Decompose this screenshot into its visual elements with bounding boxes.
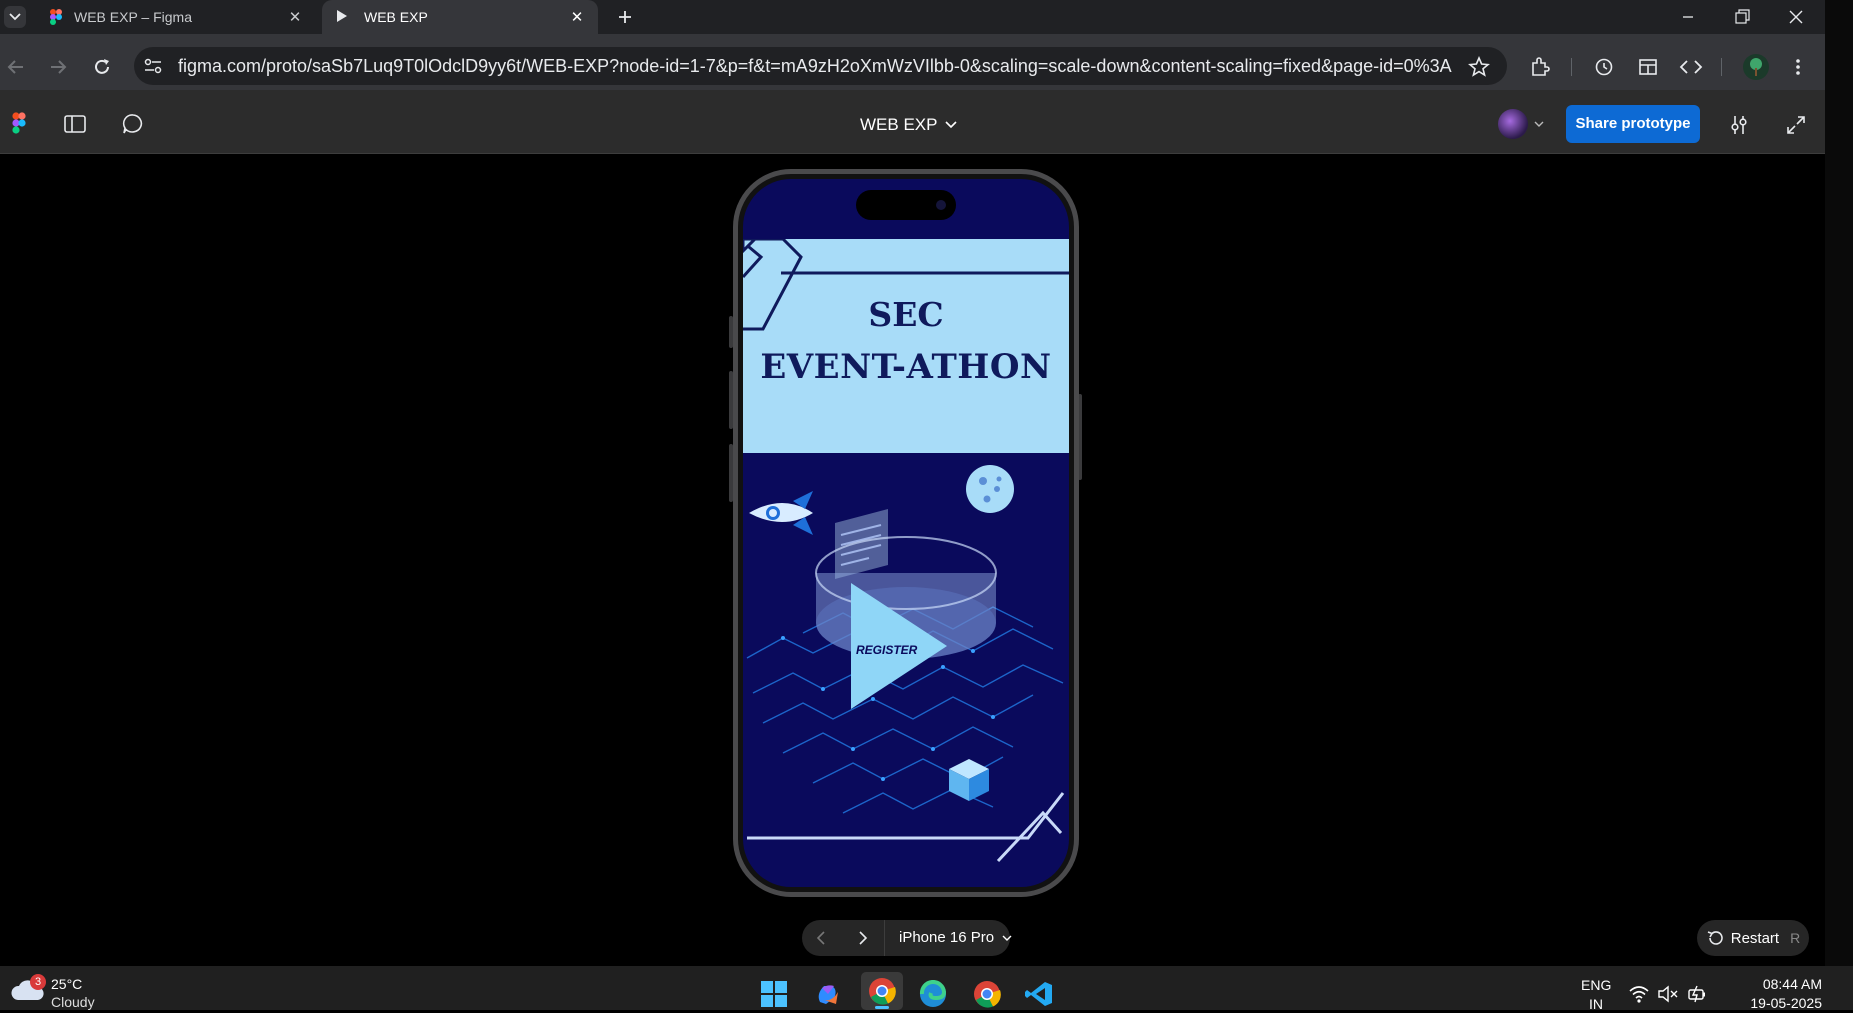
browser-tab-figma[interactable]: WEB EXP – Figma ✕ — [36, 0, 316, 34]
plus-icon — [619, 11, 631, 23]
site-settings-icon[interactable] — [142, 56, 164, 76]
cube-icon — [949, 759, 989, 801]
comment-icon[interactable] — [121, 112, 145, 136]
new-tab-button[interactable] — [612, 4, 638, 30]
profile-avatar[interactable] — [1743, 54, 1769, 80]
bookmark-star-icon[interactable] — [1468, 55, 1490, 78]
nav-divider — [884, 920, 885, 956]
restart-shortcut: R — [1790, 930, 1801, 946]
minimize-icon — [1683, 16, 1693, 18]
date: 19-05-2025 — [1750, 995, 1822, 1011]
event-title-line-2: EVENT-ATHON — [760, 347, 1052, 387]
copilot-app-icon[interactable] — [814, 980, 842, 1008]
tab-label: WEB EXP — [364, 9, 428, 25]
extensions-icon[interactable] — [1528, 55, 1552, 79]
minimize-button[interactable] — [1676, 7, 1700, 27]
toolbar-divider — [1571, 58, 1572, 76]
split-view-icon[interactable] — [1636, 55, 1660, 79]
banner-frame-lines — [743, 239, 1069, 331]
figma-favicon-icon — [50, 9, 62, 25]
previous-frame-button[interactable] — [810, 926, 834, 950]
restart-label: Restart — [1730, 929, 1780, 947]
restart-button[interactable]: Restart R — [1697, 920, 1809, 956]
tab-label: WEB EXP – Figma — [74, 9, 193, 25]
temperature: 25°C — [51, 976, 83, 992]
share-prototype-button[interactable]: Share prototype — [1566, 105, 1700, 143]
browser-menu-icon[interactable] — [1788, 55, 1808, 79]
chevron-down-icon — [1002, 935, 1012, 941]
rocket-icon — [749, 491, 813, 535]
chevron-left-icon — [816, 931, 825, 945]
sidebar-toggle-icon[interactable] — [63, 113, 87, 135]
back-button[interactable] — [4, 55, 28, 79]
chevron-down-icon — [1534, 121, 1544, 127]
user-avatar-menu[interactable] — [1498, 107, 1554, 141]
reload-icon — [95, 59, 109, 74]
next-frame-button[interactable] — [850, 926, 874, 950]
wifi-icon[interactable] — [1628, 984, 1650, 1004]
history-icon[interactable] — [1592, 55, 1616, 79]
forward-button[interactable] — [46, 55, 70, 79]
chrome-active-app-icon[interactable] — [861, 972, 903, 1010]
edge-app-icon[interactable] — [919, 979, 947, 1008]
windows-logo-icon — [761, 981, 787, 1007]
url-text[interactable]: figma.com/proto/saSb7Luq9T0lOdclD9yy6t/W… — [178, 47, 1453, 85]
figma-logo-icon[interactable] — [12, 112, 26, 134]
tab-search-button[interactable] — [4, 6, 26, 28]
chrome-app-icon[interactable] — [973, 980, 1001, 1008]
event-title-line-1: SEC — [868, 295, 944, 334]
time: 08:44 AM — [1762, 976, 1822, 992]
file-title: WEB EXP — [860, 115, 938, 134]
restore-icon — [1735, 9, 1750, 24]
volume-muted-icon[interactable] — [1657, 984, 1679, 1004]
vscode-app-icon[interactable] — [1025, 980, 1053, 1008]
document-icon — [835, 509, 888, 579]
close-window-button[interactable] — [1784, 5, 1808, 29]
file-title-dropdown[interactable]: WEB EXP — [860, 112, 958, 138]
language: ENG — [1581, 977, 1612, 993]
back-arrow-icon — [7, 60, 23, 74]
close-tab-icon[interactable]: ✕ — [284, 8, 306, 26]
chevron-right-icon — [859, 931, 868, 945]
devtools-code-icon[interactable] — [1678, 55, 1704, 79]
close-icon — [1789, 10, 1803, 24]
device-selector[interactable]: iPhone 16 Pro — [899, 920, 1012, 956]
weather-condition: Cloudy — [51, 994, 95, 1010]
browser-tab-active[interactable]: WEB EXP ✕ — [322, 0, 598, 34]
avatar — [1498, 109, 1528, 139]
event-illustration — [746, 465, 1065, 863]
page-scrollbar[interactable] — [1825, 0, 1853, 1010]
clock[interactable]: 08:44 AM 19-05-2025 — [1722, 974, 1822, 1011]
moon-icon — [966, 465, 1014, 513]
reload-button[interactable] — [90, 55, 114, 79]
forward-arrow-icon — [51, 60, 67, 74]
restore-button[interactable] — [1730, 6, 1754, 28]
chevron-down-icon — [945, 121, 958, 129]
weather-badge: 3 — [30, 974, 46, 990]
device-label: iPhone 16 Pro — [899, 929, 995, 946]
prototype-settings-icon[interactable] — [1727, 113, 1751, 137]
toolbar-divider — [1721, 58, 1722, 76]
start-button[interactable] — [760, 980, 788, 1008]
dynamic-island — [856, 190, 956, 220]
fullscreen-icon[interactable] — [1784, 113, 1808, 137]
close-tab-icon[interactable]: ✕ — [566, 8, 588, 26]
chevron-down-icon — [9, 13, 21, 21]
register-button-label[interactable]: REGISTER — [856, 643, 917, 657]
battery-charging-icon[interactable] — [1686, 984, 1708, 1004]
restart-icon — [1707, 931, 1723, 945]
language-indicator[interactable]: ENG IN — [1578, 976, 1614, 1012]
tree-avatar-icon — [1750, 58, 1762, 76]
play-favicon-icon — [336, 9, 348, 26]
prototype-screen[interactable]: SEC EVENT-ATHON REGISTER — [743, 179, 1069, 887]
weather-widget[interactable]: 3 25°C Cloudy — [10, 970, 120, 1010]
